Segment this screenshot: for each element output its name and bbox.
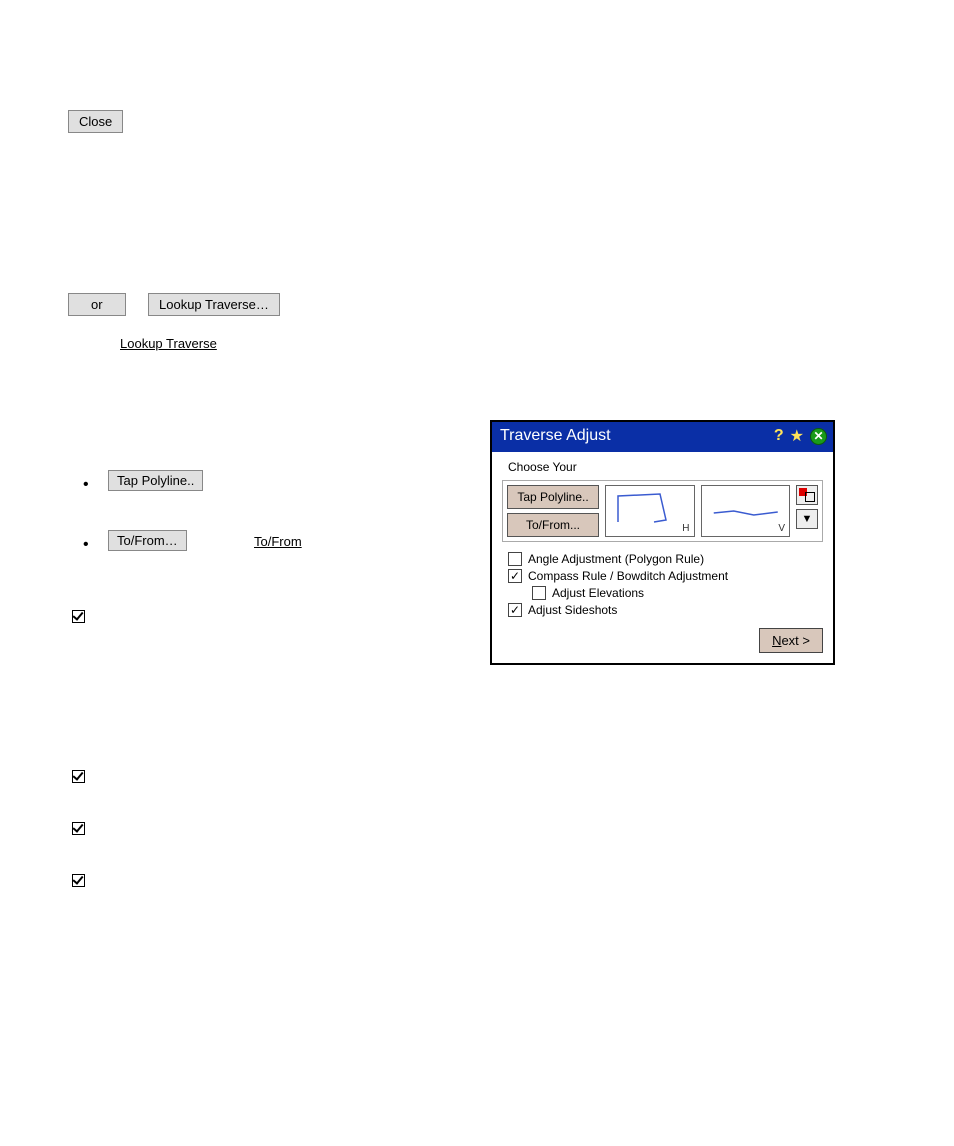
angle-adjustment-option[interactable]: Angle Adjustment (Polygon Rule) bbox=[508, 552, 823, 566]
dialog-titlebar: Traverse Adjust ? ★ ✕ bbox=[492, 422, 833, 452]
adjust-sideshots-option[interactable]: Adjust Sideshots bbox=[508, 603, 823, 617]
color-picker-button[interactable] bbox=[796, 485, 818, 505]
or-button-placeholder[interactable]: or bbox=[68, 293, 126, 316]
lookup-traverse-button[interactable]: Lookup Traverse… bbox=[148, 293, 280, 316]
adjust-elevations-label: Adjust Elevations bbox=[552, 586, 644, 600]
bullet-icon: • bbox=[83, 537, 89, 553]
adjust-elevations-option[interactable]: Adjust Elevations bbox=[532, 586, 823, 600]
help-icon[interactable]: ? bbox=[774, 427, 784, 445]
dlg-to-from-button[interactable]: To/From... bbox=[507, 513, 599, 537]
profile-line-icon bbox=[708, 506, 784, 508]
dlg-tap-polyline-button[interactable]: Tap Polyline.. bbox=[507, 485, 599, 509]
traverse-picker-row: Tap Polyline.. To/From... H V bbox=[502, 480, 823, 542]
bullet-icon: • bbox=[83, 477, 89, 493]
chevron-down-icon: ▼ bbox=[802, 513, 813, 525]
vertical-preview: V bbox=[701, 485, 791, 537]
adjust-sideshots-label: Adjust Sideshots bbox=[528, 603, 617, 617]
lookup-traverse-link[interactable]: Lookup Traverse bbox=[120, 336, 217, 351]
v-label: V bbox=[778, 523, 785, 534]
traverse-adjust-dialog: Traverse Adjust ? ★ ✕ Choose Your Tap Po… bbox=[490, 420, 835, 665]
tap-polyline-button[interactable]: Tap Polyline.. bbox=[108, 470, 203, 491]
checkbox-icon bbox=[508, 603, 522, 617]
close-button[interactable]: Close bbox=[68, 110, 123, 133]
to-from-button[interactable]: To/From… bbox=[108, 530, 187, 551]
dialog-title: Traverse Adjust bbox=[500, 427, 611, 445]
compass-rule-doc-check bbox=[72, 770, 85, 783]
favorite-icon[interactable]: ★ bbox=[790, 426, 804, 446]
compass-rule-label: Compass Rule / Bowditch Adjustment bbox=[528, 569, 728, 583]
adjust-elevations-doc-check bbox=[72, 822, 85, 835]
angle-adjustment-doc-check bbox=[72, 610, 85, 623]
to-from-link[interactable]: To/From bbox=[254, 534, 302, 549]
angle-adjustment-label: Angle Adjustment (Polygon Rule) bbox=[528, 552, 704, 566]
next-button[interactable]: Next > bbox=[759, 628, 823, 653]
checkbox-icon bbox=[508, 552, 522, 566]
checkbox-icon bbox=[508, 569, 522, 583]
compass-rule-option[interactable]: Compass Rule / Bowditch Adjustment bbox=[508, 569, 823, 583]
dropdown-button[interactable]: ▼ bbox=[796, 509, 818, 529]
horizontal-preview: H bbox=[605, 485, 695, 537]
checkbox-icon bbox=[532, 586, 546, 600]
adjust-sideshots-doc-check bbox=[72, 874, 85, 887]
close-icon[interactable]: ✕ bbox=[810, 428, 827, 445]
h-label: H bbox=[682, 523, 689, 534]
polygon-icon bbox=[614, 492, 670, 526]
choose-your-label: Choose Your bbox=[508, 460, 823, 474]
